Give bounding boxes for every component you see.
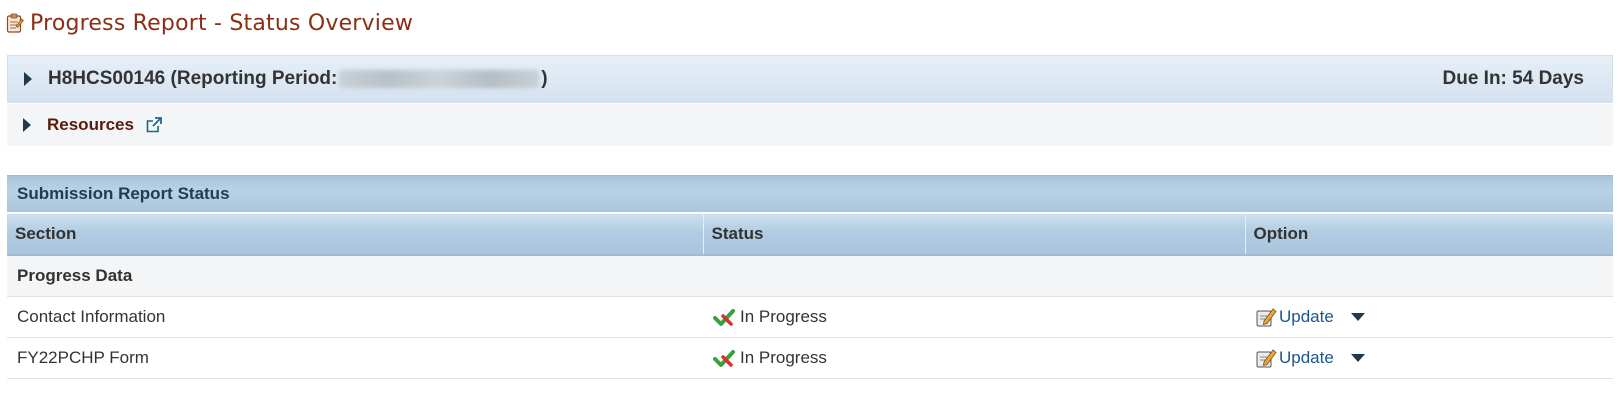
submission-status-caption: Submission Report Status xyxy=(17,184,230,203)
grant-title: H8HCS00146 (Reporting Period: ) xyxy=(48,68,548,90)
grant-title-suffix: ) xyxy=(541,68,548,89)
expand-triangle-icon[interactable] xyxy=(23,118,31,132)
status-text: In Progress xyxy=(740,348,827,367)
expand-triangle-icon[interactable] xyxy=(24,72,32,86)
option-cell: Update xyxy=(1245,337,1613,379)
grant-title-prefix: H8HCS00146 (Reporting Period: xyxy=(48,68,338,89)
option-cell: Update xyxy=(1245,296,1613,338)
caret-down-icon[interactable] xyxy=(1350,313,1365,321)
external-link-icon[interactable] xyxy=(146,117,162,133)
reporting-period-redacted xyxy=(339,70,540,88)
status-cell: In Progress xyxy=(703,337,1245,379)
column-header-option: Option xyxy=(1245,214,1613,256)
edit-icon[interactable] xyxy=(1255,347,1277,369)
table-header-row: Section Status Option xyxy=(7,214,1613,256)
resources-link[interactable]: Resources xyxy=(47,115,134,135)
update-link[interactable]: Update xyxy=(1279,307,1334,327)
resources-panel[interactable]: Resources xyxy=(7,104,1613,146)
in-progress-check-icon xyxy=(713,347,735,369)
status-table: Section Status Option Progress Data Cont… xyxy=(7,214,1613,379)
table-row: Contact Information In Progress Update xyxy=(7,296,1613,338)
group-label: Progress Data xyxy=(7,255,1613,297)
submission-status-header: Submission Report Status xyxy=(7,175,1613,212)
caret-down-icon[interactable] xyxy=(1350,354,1365,362)
update-link[interactable]: Update xyxy=(1279,348,1334,368)
column-header-section: Section xyxy=(7,214,704,256)
column-header-status: Status xyxy=(703,214,1246,256)
page-title-block: Progress Report - Status Overview xyxy=(6,8,413,38)
table-row: FY22PCHP Form In Progress Update xyxy=(7,337,1613,379)
group-row: Progress Data xyxy=(7,255,1613,297)
grant-panel-header[interactable]: H8HCS00146 (Reporting Period: ) Due In: … xyxy=(7,55,1613,103)
due-in-label: Due In: 54 Days xyxy=(1442,68,1585,89)
section-cell: Contact Information xyxy=(7,296,703,338)
report-icon xyxy=(6,13,24,33)
status-text: In Progress xyxy=(740,307,827,326)
edit-icon[interactable] xyxy=(1255,306,1277,328)
in-progress-check-icon xyxy=(713,306,735,328)
page-title: Progress Report - Status Overview xyxy=(30,10,414,36)
status-cell: In Progress xyxy=(703,296,1245,338)
section-cell: FY22PCHP Form xyxy=(7,337,703,379)
